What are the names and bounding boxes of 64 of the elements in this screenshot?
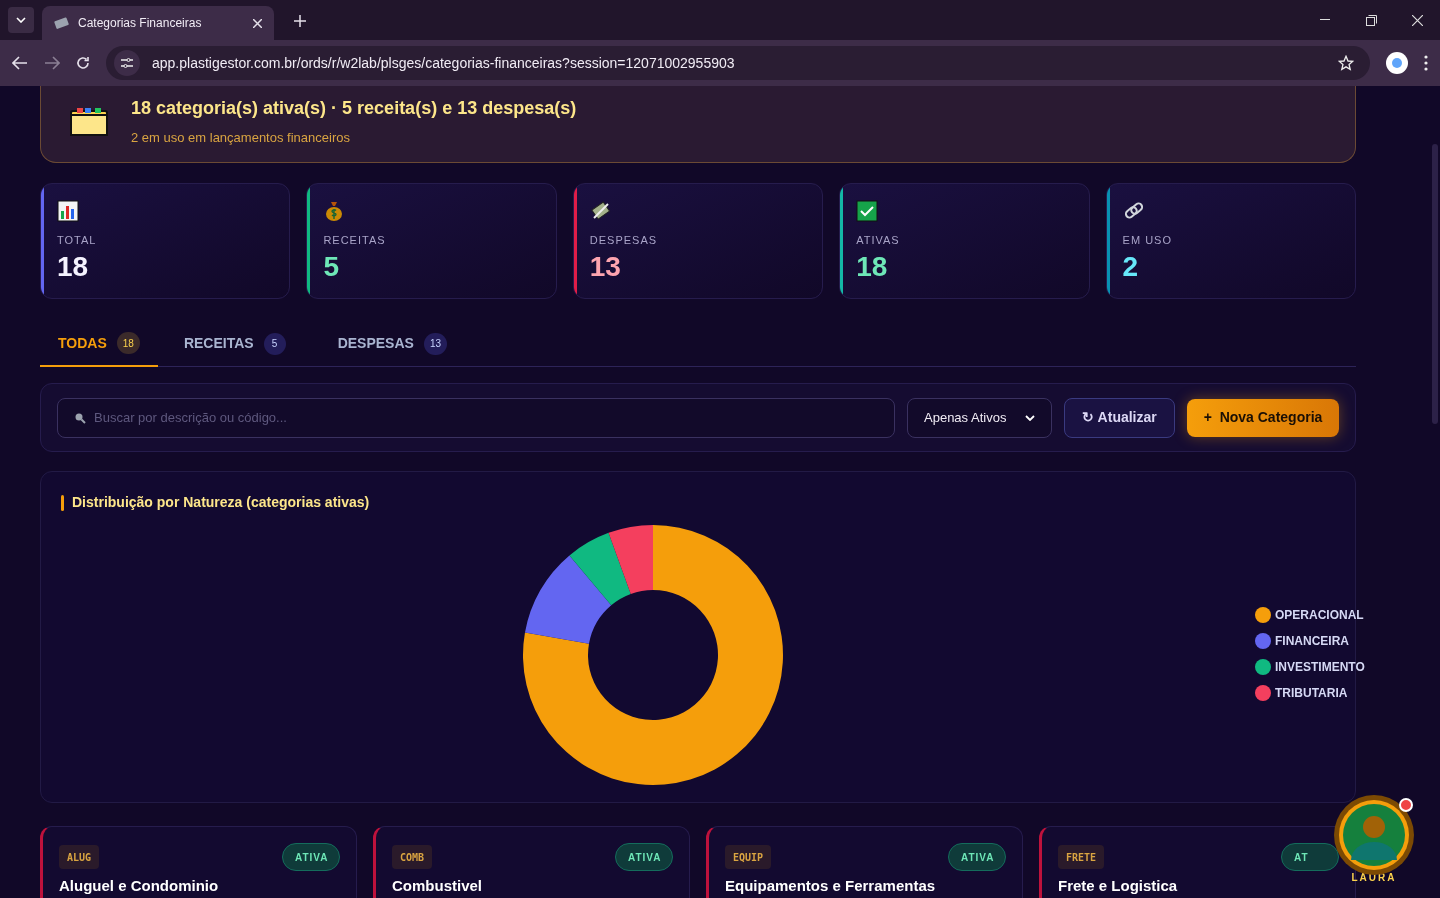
legend-label: FINANCEIRA <box>1275 633 1349 650</box>
filter-tab[interactable]: TODAS 18 <box>40 321 158 367</box>
new-tab-icon[interactable] <box>294 15 306 27</box>
site-settings-icon[interactable] <box>114 50 140 76</box>
back-icon[interactable] <box>12 56 28 70</box>
url-text: app.plastigestor.com.br/ords/r/w2lab/plsges/categorias-financeiras?session=12071002955903 <box>152 53 736 73</box>
new-category-button[interactable]: + Nova Categoria <box>1187 398 1339 437</box>
tab-list-button[interactable] <box>8 7 34 33</box>
banner-title: 18 categoria(s) ativa(s) · 5 receita(s) e 13 despesa(s) <box>131 96 577 120</box>
stat-value: 18 <box>57 249 90 284</box>
bookmark-star-icon[interactable] <box>1338 55 1354 71</box>
status-filter-select[interactable]: Apenas Ativos <box>907 397 1052 438</box>
category-name: Equipamentos e Ferramentas <box>725 876 937 896</box>
count-badge: 13 <box>423 332 447 355</box>
stat-label: EM USO <box>1122 233 1173 248</box>
menu-icon[interactable] <box>1424 55 1428 71</box>
chevron-down-icon <box>16 17 26 23</box>
category-code: ALUG <box>59 845 100 869</box>
refresh-button[interactable]: ↻ Atualizar <box>1064 397 1175 438</box>
stat-label: DESPESAS <box>589 233 659 248</box>
category-name: Frete e Logistica <box>1058 876 1179 896</box>
category-name: Combustivel <box>392 876 483 896</box>
status-badge: AT <box>1281 843 1339 871</box>
reload-icon[interactable] <box>76 56 90 70</box>
address-bar[interactable]: app.plastigestor.com.br/ords/r/w2lab/plsges/categorias-financeiras?session=12071002955903 <box>106 46 1370 80</box>
search-icon <box>74 411 86 424</box>
category-card[interactable]: COMB ATIVA Combustivel <box>373 826 690 898</box>
category-code: FRETE <box>1058 845 1105 869</box>
status-badge: ATIVA <box>282 843 340 871</box>
filter-tab[interactable]: DESPESAS 13 <box>311 321 473 366</box>
stat-label: TOTAL <box>57 233 98 248</box>
legend-label: OPERACIONAL <box>1275 607 1364 624</box>
tab-title: Categorias Financeiras <box>78 15 203 32</box>
close-icon[interactable] <box>253 18 262 28</box>
stat-value: 2 <box>1122 249 1140 284</box>
scrollbar[interactable] <box>1432 144 1438 424</box>
category-card[interactable]: EQUIP ATIVA Equipamentos e Ferramentas <box>706 826 1023 898</box>
profile-avatar-icon[interactable] <box>1386 52 1408 74</box>
title-accent-bar <box>61 494 64 511</box>
folder-icon <box>69 105 111 137</box>
count-badge: 5 <box>263 332 286 355</box>
category-code: COMB <box>392 845 433 869</box>
stat-label: RECEITAS <box>323 233 387 248</box>
legend-label: INVESTIMENTO <box>1275 659 1365 676</box>
chart-title: Distribuição por Natureza (categorias ativas) <box>72 493 370 512</box>
chart-icon <box>57 200 79 222</box>
checkbox-icon <box>856 200 879 222</box>
category-card[interactable]: ALUG ATIVA Aluguel e Condominio <box>40 826 357 898</box>
status-badge: ATIVA <box>615 843 673 871</box>
forward-icon[interactable] <box>44 56 60 70</box>
category-code: EQUIP <box>725 845 772 869</box>
banner-subtitle: 2 em uso em lançamentos financeiros <box>131 128 351 147</box>
browser-tab[interactable]: Categorias Financeiras <box>42 6 274 40</box>
search-field[interactable]: Buscar por descrição ou código... <box>57 397 895 438</box>
count-badge: 18 <box>116 332 140 354</box>
stat-value: 13 <box>589 249 622 284</box>
stat-label: ATIVAS <box>856 233 901 248</box>
stat-value: 18 <box>856 249 889 284</box>
status-badge: ATIVA <box>948 843 1006 871</box>
filter-tab[interactable]: RECEITAS 5 <box>157 321 312 366</box>
stat-value: 5 <box>323 249 340 284</box>
chevron-down-icon <box>1025 414 1035 421</box>
category-name: Aluguel e Condominio <box>59 876 220 896</box>
legend-label: TRIBUTARIA <box>1275 685 1348 702</box>
